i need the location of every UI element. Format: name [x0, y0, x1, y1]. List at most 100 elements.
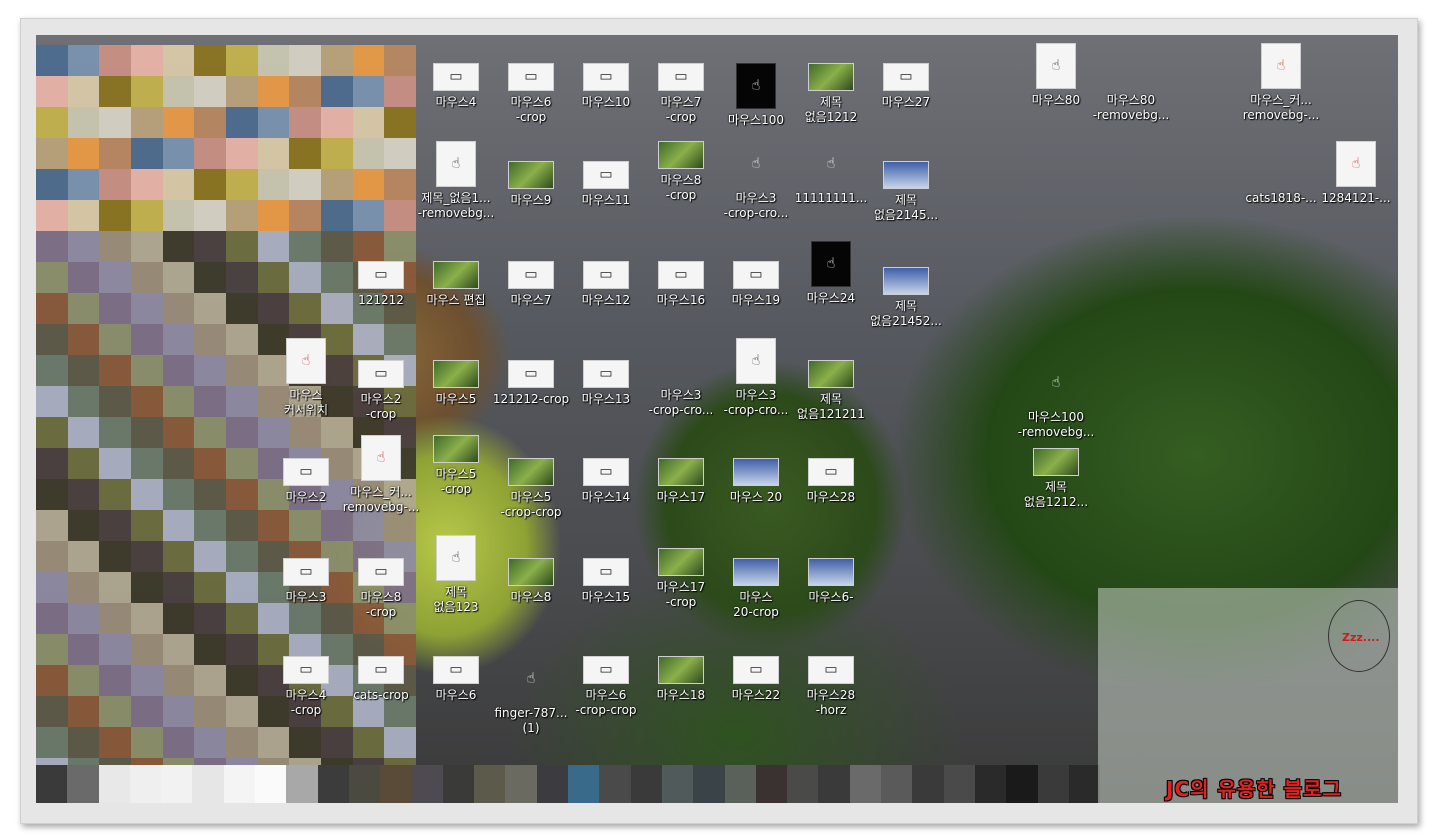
desktop-icon[interactable]: 마우스5 -crop-crop: [491, 458, 571, 520]
file-thumbnail-icon: [808, 360, 854, 388]
desktop-icon[interactable]: ☝ 마우스_커... removebg-...: [1241, 43, 1321, 123]
desktop-icon[interactable]: ▭ 마우스28 -horz: [791, 656, 871, 718]
file-thumbnail-icon: [508, 558, 554, 586]
desktop-icon[interactable]: ▭ 마우스12: [566, 261, 646, 308]
desktop-icon-label: 마우스8 -crop: [660, 173, 702, 202]
file-thumbnail-icon: [1111, 43, 1151, 89]
desktop-icon[interactable]: ▭ 마우스15: [566, 558, 646, 605]
file-thumbnail-icon: ▭: [733, 656, 779, 684]
desktop-icon[interactable]: ▭ 마우스28: [791, 458, 871, 505]
desktop-icon[interactable]: ▭ 121212: [341, 261, 421, 308]
desktop-icon[interactable]: ▭ 마우스16: [641, 261, 721, 308]
desktop-icon[interactable]: ▭ 마우스7 -crop: [641, 63, 721, 125]
file-thumbnail-icon: ▭: [733, 261, 779, 289]
desktop-icon[interactable]: ▭ 마우스14: [566, 458, 646, 505]
desktop-icon[interactable]: 마우스8 -crop: [641, 141, 721, 203]
desktop-icon[interactable]: 제목 없음21452...: [866, 267, 946, 329]
desktop-icon-label: 마우스3: [285, 590, 327, 604]
desktop-icon-label: 마우스7: [510, 293, 552, 307]
desktop-icon[interactable]: ☝ 마우스80: [1016, 43, 1096, 108]
file-thumbnail-icon: ▭: [583, 63, 629, 91]
desktop-icon-label: cats1818-...: [1245, 191, 1317, 205]
desktop-icon[interactable]: ▭ 마우스6 -crop-crop: [566, 656, 646, 718]
desktop-icon[interactable]: ▭ 마우스3: [266, 558, 346, 605]
file-thumbnail-icon: ▭: [508, 261, 554, 289]
desktop-icon[interactable]: 제목 없음1212...: [1016, 448, 1096, 510]
desktop-icon[interactable]: ▭ 마우스27: [866, 63, 946, 110]
file-thumbnail-icon: ▭: [658, 261, 704, 289]
desktop-icon[interactable]: 마우스 20-crop: [716, 558, 796, 620]
desktop-icon[interactable]: 마우스 편집: [416, 261, 496, 308]
desktop-icon[interactable]: ☝ 마우스24: [791, 241, 871, 306]
desktop-icon[interactable]: 제목 없음2145...: [866, 161, 946, 223]
desktop-icon[interactable]: ☝ 제목 없음123: [416, 535, 496, 615]
file-thumbnail-icon: ▭: [508, 63, 554, 91]
desktop-icon[interactable]: 마우스17: [641, 458, 721, 505]
file-thumbnail-icon: ▭: [358, 360, 404, 388]
desktop-icon[interactable]: 마우스 20: [716, 458, 796, 505]
desktop-icon[interactable]: ▭ 마우스19: [716, 261, 796, 308]
desktop-icon[interactable]: ☝ 1284121-...: [1316, 141, 1396, 206]
file-thumbnail-icon: ▭: [883, 63, 929, 91]
desktop-icon-label: 마우스3 -crop-cro...: [723, 388, 789, 417]
file-thumbnail-icon: ☝: [736, 338, 776, 384]
desktop-icon-label: 마우스10: [581, 95, 631, 109]
desktop-icon-label: 마우스 20: [729, 490, 783, 504]
desktop-icon[interactable]: ▭ cats-crop: [341, 656, 421, 703]
desktop-icon-label: 마우스2: [285, 490, 327, 504]
desktop-icon[interactable]: 마우스9: [491, 161, 571, 208]
desktop-icon-label: 제목 없음121211: [797, 392, 865, 421]
desktop-icon-label: 1284121-...: [1321, 191, 1391, 205]
desktop-icon[interactable]: ▭ 마우스7: [491, 261, 571, 308]
desktop-icon[interactable]: ☝ 마우스 커서위치: [266, 338, 346, 418]
desktop-icon[interactable]: ☝ 제목_없음1... -removebg...: [416, 141, 496, 221]
desktop-icon[interactable]: 마우스8: [491, 558, 571, 605]
desktop-icon[interactable]: ▭ 마우스6: [416, 656, 496, 703]
desktop-icon[interactable]: ▭ 마우스4: [416, 63, 496, 110]
file-thumbnail-icon: ☝: [286, 338, 326, 384]
desktop-icon[interactable]: ▭ 121212-crop: [491, 360, 571, 407]
desktop-icon-label: 마우스24: [806, 291, 856, 305]
desktop-icon[interactable]: ▭ 마우스13: [566, 360, 646, 407]
desktop-icon-label: 121212-crop: [492, 392, 570, 406]
desktop-icon[interactable]: ☝ 11111111...: [791, 141, 871, 206]
desktop-icon[interactable]: ▭ 마우스11: [566, 161, 646, 208]
desktop-icon[interactable]: 마우스3 -crop-cro...: [641, 338, 721, 418]
desktop-icon[interactable]: ▭ 마우스22: [716, 656, 796, 703]
desktop-icon[interactable]: ▭ 마우스6 -crop: [491, 63, 571, 125]
file-thumbnail-icon: ▭: [808, 458, 854, 486]
desktop-icon[interactable]: 마우스80 -removebg...: [1091, 43, 1171, 123]
desktop-icon-label: finger-787... (1): [494, 706, 568, 735]
desktop-icon[interactable]: ▭ 마우스10: [566, 63, 646, 110]
desktop-icon[interactable]: ☝ 마우스100 -removebg...: [1016, 360, 1096, 440]
desktop-icon[interactable]: ☝ 마우스3 -crop-cro...: [716, 141, 796, 221]
desktop-icon[interactable]: ☝ 마우스3 -crop-cro...: [716, 338, 796, 418]
file-thumbnail-icon: ▭: [358, 558, 404, 586]
file-thumbnail-icon: ☝: [1036, 43, 1076, 89]
file-thumbnail-icon: ☝: [826, 155, 836, 172]
desktop-icon[interactable]: 제목 없음1212: [791, 63, 871, 125]
desktop-icon[interactable]: ▭ 마우스2: [266, 458, 346, 505]
desktop-icon[interactable]: cats1818-...: [1241, 141, 1321, 206]
desktop-icon-label: 마우스19: [731, 293, 781, 307]
desktop-icon[interactable]: ☝ finger-787... (1): [491, 656, 571, 736]
desktop-icon[interactable]: ▭ 마우스8 -crop: [341, 558, 421, 620]
desktop-icon[interactable]: 마우스5: [416, 360, 496, 407]
file-thumbnail-icon: [433, 261, 479, 289]
desktop: ▭ 마우스4 ▭ 마우스6 -crop ▭ 마우스10 ▭ 마우스7 -crop ☝ 마우스100…: [36, 35, 1398, 803]
desktop-icon[interactable]: ▭ 마우스2 -crop: [341, 360, 421, 422]
desktop-icon[interactable]: ☝ 마우스_커... removebg-...: [341, 435, 421, 515]
desktop-icon[interactable]: 마우스18: [641, 656, 721, 703]
desktop-icon[interactable]: 마우스6-: [791, 558, 871, 605]
desktop-icon[interactable]: ☝ 마우스100: [716, 63, 796, 128]
desktop-icon[interactable]: 마우스5 -crop: [416, 435, 496, 497]
desktop-icon-label: 마우스17: [656, 490, 706, 504]
desktop-icon[interactable]: 마우스17 -crop: [641, 548, 721, 610]
file-thumbnail-icon: ☝: [1261, 43, 1301, 89]
desktop-icon[interactable]: ▭ 마우스4 -crop: [266, 656, 346, 718]
file-thumbnail-icon: ☝: [436, 141, 476, 187]
file-thumbnail-icon: [733, 558, 779, 586]
desktop-icon-label: 마우스15: [581, 590, 631, 604]
desktop-icon-label: 마우스6 -crop: [510, 95, 552, 124]
desktop-icon[interactable]: 제목 없음121211: [791, 360, 871, 422]
